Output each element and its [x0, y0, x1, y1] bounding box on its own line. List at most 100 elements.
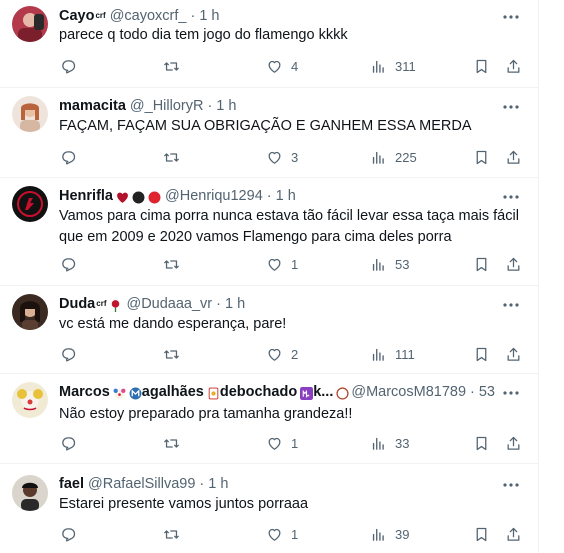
display-name[interactable]: mamacita [59, 96, 126, 116]
reply-icon [60, 435, 77, 452]
timestamp[interactable]: 1 h [276, 186, 296, 206]
avatar[interactable] [12, 6, 48, 42]
tweet-text: Vamos para cima porra nunca estava tão f… [59, 208, 519, 245]
views-count: 53 [395, 256, 410, 272]
views-button[interactable]: 39 [370, 524, 409, 544]
display-name[interactable]: fael [59, 474, 84, 494]
reply-tweet[interactable]: Cayo crf @cayoxcrf_ · 1 h parece q todo d… [0, 0, 538, 88]
like-count: 1 [291, 256, 299, 272]
like-button[interactable]: 1 [266, 433, 298, 453]
separator-dot: · [199, 476, 205, 492]
like-button[interactable]: 3 [266, 147, 298, 167]
display-name[interactable]: Marcos [59, 382, 110, 402]
reply-tweet[interactable]: Marcos agalhães debochado k... @MarcosM8… [0, 374, 538, 464]
joker-card-icon [207, 386, 220, 399]
like-button[interactable]: 4 [266, 56, 298, 76]
retweet-icon [163, 58, 180, 75]
reply-button[interactable] [60, 433, 77, 453]
action-bar: 2 111 [56, 344, 526, 364]
avatar[interactable] [12, 186, 48, 222]
avatar[interactable] [12, 96, 48, 132]
reply-button[interactable] [60, 147, 77, 167]
display-name-part[interactable]: agalhães [142, 382, 204, 402]
more-horizontal-icon[interactable] [502, 296, 520, 314]
bookmark-icon [473, 58, 490, 75]
share-button[interactable] [505, 344, 522, 364]
bookmark-button[interactable] [473, 344, 490, 364]
bookmark-icon [473, 526, 490, 543]
display-name[interactable]: Cayo [59, 6, 94, 26]
user-handle[interactable]: @MarcosM81789 [351, 382, 466, 402]
share-icon [505, 58, 522, 75]
more-horizontal-icon[interactable] [502, 384, 520, 402]
bookmark-icon [473, 256, 490, 273]
more-horizontal-icon[interactable] [502, 188, 520, 206]
views-button[interactable]: 111 [370, 344, 415, 364]
retweet-button[interactable] [163, 56, 180, 76]
reply-button[interactable] [60, 524, 77, 544]
reply-tweet[interactable]: Duda crf @Dudaaa_vr · 1 h vc está me dand… [0, 286, 538, 374]
reply-tweet[interactable]: Henrifla @Henriqu1294 · 1 h Vamos para c… [0, 178, 538, 286]
timestamp[interactable]: 1 h [225, 294, 245, 314]
display-name-part[interactable]: k... [313, 382, 333, 402]
share-button[interactable] [505, 147, 522, 167]
reply-button[interactable] [60, 254, 77, 274]
user-handle[interactable]: @cayoxcrf_ [110, 6, 187, 26]
user-handle[interactable]: @RafaelSillva99 [88, 474, 195, 494]
like-button[interactable]: 2 [266, 344, 298, 364]
share-icon [505, 526, 522, 543]
separator-dot: · [470, 384, 475, 400]
retweet-button[interactable] [163, 524, 180, 544]
views-button[interactable]: 53 [370, 254, 409, 274]
timestamp[interactable]: 1 h [199, 6, 219, 26]
like-button[interactable]: 1 [266, 254, 298, 274]
reply-button[interactable] [60, 56, 77, 76]
bookmark-button[interactable] [473, 254, 490, 274]
avatar[interactable] [12, 475, 48, 511]
avatar[interactable] [12, 382, 48, 418]
views-button[interactable]: 225 [370, 147, 417, 167]
share-button[interactable] [505, 433, 522, 453]
timestamp[interactable]: 1 h [208, 474, 228, 494]
retweet-icon [163, 149, 180, 166]
retweet-button[interactable] [163, 254, 180, 274]
reply-button[interactable] [60, 344, 77, 364]
clown-emoji-icon [113, 386, 126, 399]
heart-icon [266, 58, 283, 75]
display-name[interactable]: Henrifla [59, 186, 113, 206]
more-horizontal-icon[interactable] [502, 476, 520, 494]
reply-tweet[interactable]: fael @RafaelSillva99 · 1 h Estarei prese… [0, 464, 538, 553]
bookmark-button[interactable] [473, 433, 490, 453]
display-name-part[interactable]: debochado [220, 382, 297, 402]
share-button[interactable] [505, 524, 522, 544]
views-icon [370, 256, 387, 273]
more-horizontal-icon[interactable] [502, 98, 520, 116]
bookmark-button[interactable] [473, 56, 490, 76]
retweet-icon [163, 346, 180, 363]
user-handle[interactable]: @Dudaaa_vr [126, 294, 212, 314]
avatar[interactable] [12, 294, 48, 330]
share-button[interactable] [505, 254, 522, 274]
views-button[interactable]: 311 [370, 56, 416, 76]
display-name[interactable]: Duda [59, 294, 95, 314]
user-handle[interactable]: @_HilloryR [130, 96, 204, 116]
more-horizontal-icon[interactable] [502, 8, 520, 26]
bookmark-button[interactable] [473, 147, 490, 167]
timestamp[interactable]: 1 h [216, 96, 236, 116]
separator-dot: · [216, 296, 221, 312]
heart-icon [266, 435, 283, 452]
reply-tweet[interactable]: mamacita @_HilloryR · 1 h FAÇAM, FAÇAM S… [0, 88, 538, 178]
user-handle[interactable]: @Henriqu1294 [165, 186, 263, 206]
retweet-button[interactable] [163, 433, 180, 453]
retweet-button[interactable] [163, 147, 180, 167]
share-button[interactable] [505, 56, 522, 76]
like-button[interactable]: 1 [266, 524, 298, 544]
timestamp[interactable]: 53 min [479, 382, 499, 402]
reply-icon [60, 526, 77, 543]
views-button[interactable]: 33 [370, 433, 409, 453]
retweet-button[interactable] [163, 344, 180, 364]
views-icon [370, 149, 387, 166]
bookmark-button[interactable] [473, 524, 490, 544]
separator-dot: · [207, 98, 213, 114]
name-superscript: crf [95, 11, 106, 20]
